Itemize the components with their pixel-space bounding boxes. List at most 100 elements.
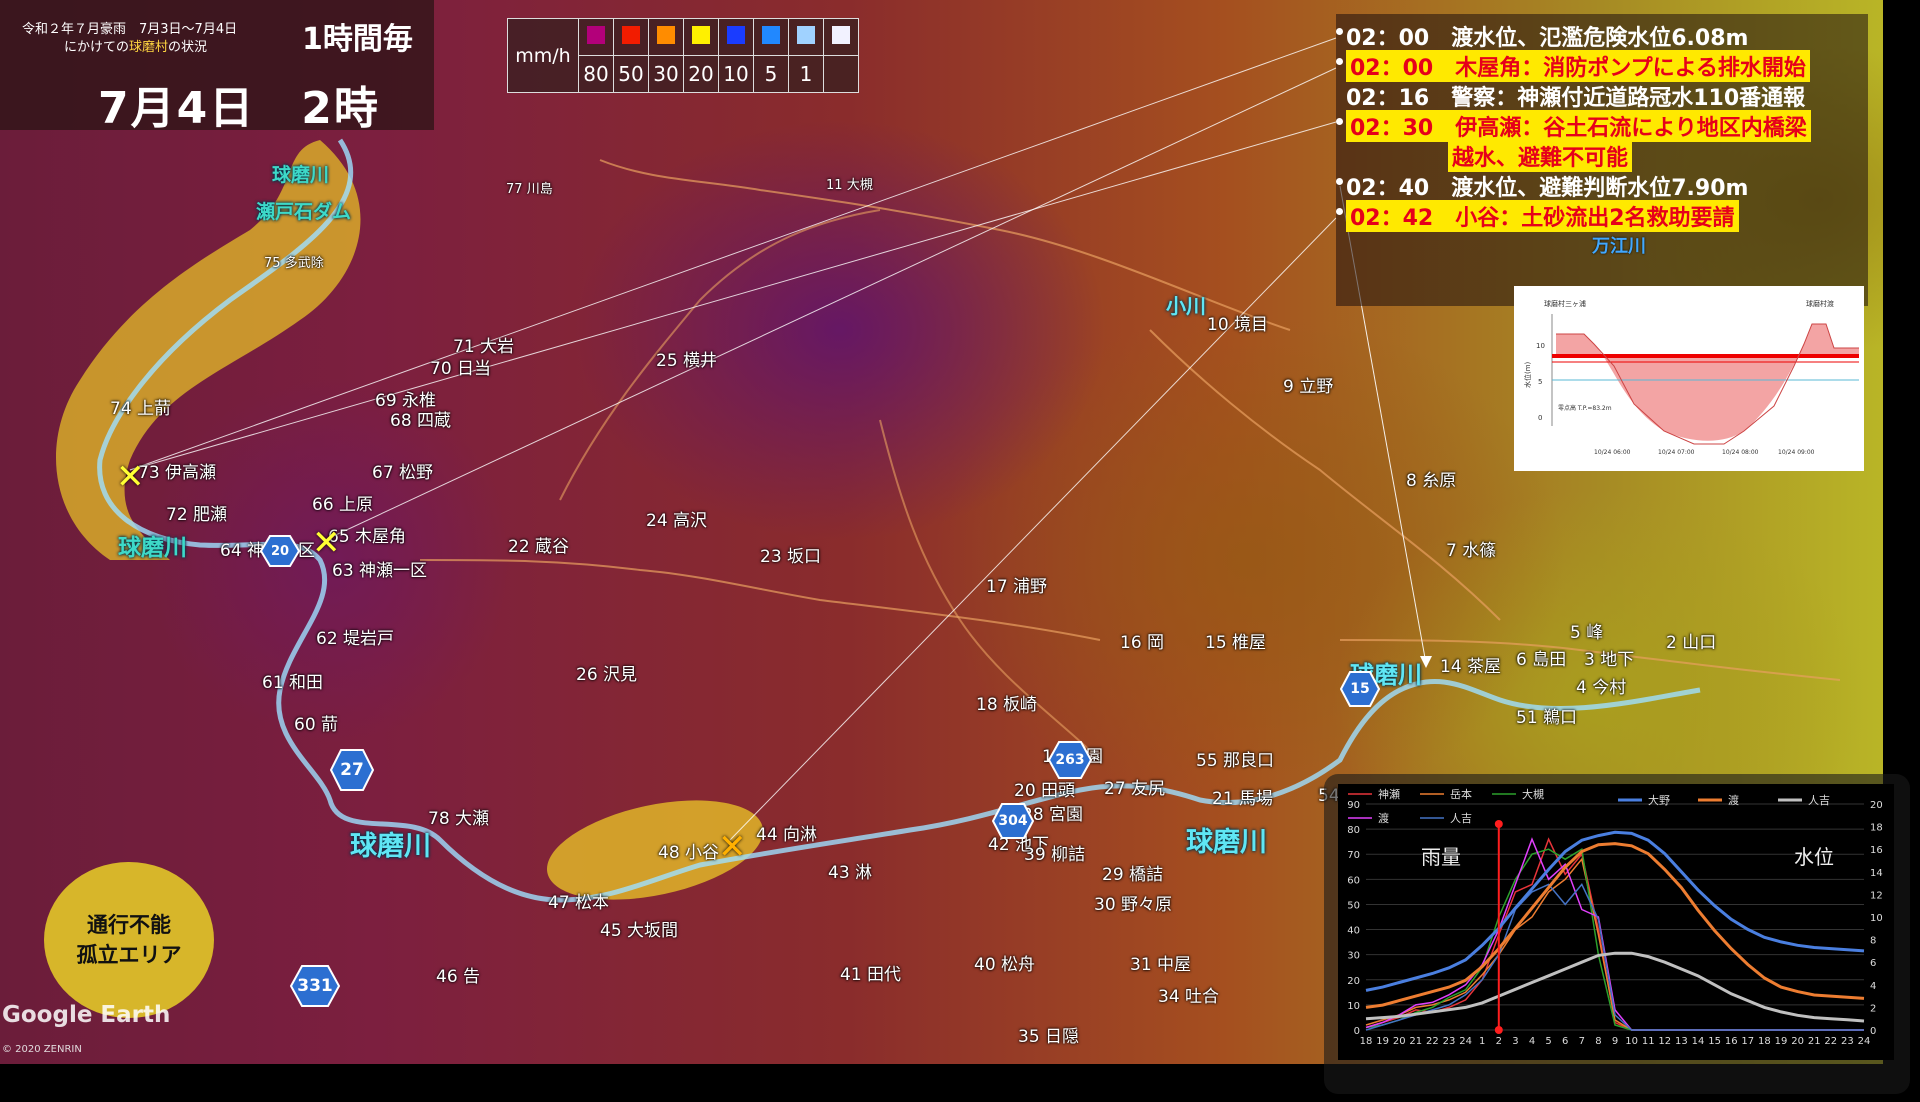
river-label-kuma: 球磨川 — [118, 535, 187, 561]
place-label: 23 坂口 — [760, 547, 822, 567]
blocked-x-icon: ✕ — [718, 827, 747, 867]
chart-xtick: 23 — [1841, 1036, 1854, 1047]
place-label: 51 鵜口 — [1516, 708, 1578, 728]
event-item-cont: 越水、避難不可能 — [1448, 140, 1633, 172]
chart-xtick: 17 — [1741, 1036, 1754, 1047]
place-label: 78 大瀬 — [428, 809, 490, 829]
place-label: 47 松本 — [548, 893, 610, 913]
river-label-kuma: 球磨川 — [272, 164, 330, 186]
place-label: 26 沢見 — [576, 665, 638, 685]
chart-ytick-right: 4 — [1870, 981, 1876, 992]
event-item: 02：30 伊高瀬：谷土石流により地区内橋梁 — [1336, 110, 1811, 142]
water-level-graph: 球磨村三ヶ浦 球磨村渡 10 5 0 水位(m) 零点高 T.P.=83.2m … — [1514, 286, 1864, 471]
hydro-ylabel: 水位(m) — [1523, 361, 1532, 388]
place-label: 31 中屋 — [1130, 955, 1192, 975]
place-label: 73 伊高瀬 — [138, 463, 217, 483]
blocked-x-icon: ✕ — [312, 523, 341, 563]
copyright: © 2020 ZENRIN — [2, 1044, 82, 1055]
legend-color — [797, 26, 815, 44]
route-shield: 331 — [290, 964, 340, 1008]
legend-swatch — [578, 18, 614, 56]
chart-xtick: 7 — [1579, 1036, 1585, 1047]
hydro-xtick: 10/24 08:00 — [1722, 449, 1759, 456]
dam-label-setoishi: 瀬戸石ダム — [256, 201, 352, 223]
route-shield: 15 — [1340, 670, 1380, 708]
event-item: 02：00 木屋角：消防ポンプによる排水開始 — [1336, 50, 1810, 82]
bullet-icon — [1336, 58, 1343, 65]
legend-color — [692, 26, 710, 44]
road-line — [559, 209, 881, 501]
chart-xtick: 24 — [1858, 1036, 1871, 1047]
chart-legend-label: 大槻 — [1522, 787, 1544, 801]
legend-swatch — [648, 18, 684, 56]
title-subtitle-2: にかけての球磨村の状況 — [64, 40, 208, 55]
route-shield: 263 — [1048, 740, 1092, 780]
interval-label: 1時間毎 — [302, 22, 413, 57]
place-label: 70 日当 — [430, 359, 492, 379]
hydro-note: 零点高 T.P.=83.2m — [1558, 404, 1612, 412]
legend-color — [622, 26, 640, 44]
place-label: 62 堤岩戸 — [316, 629, 395, 649]
title-subtitle: 令和２年７月豪雨 7月3日〜7月4日 — [22, 22, 238, 37]
legend-value: 5 — [753, 55, 789, 93]
legend-unit: mm/h — [507, 18, 579, 93]
route-shield: 20 — [260, 534, 300, 568]
place-label: 66 上原 — [312, 495, 374, 515]
route-shield: 304 — [992, 802, 1034, 840]
place-label: 35 日隠 — [1018, 1027, 1080, 1047]
legend-swatch — [823, 18, 859, 56]
title-panel: 令和２年７月豪雨 7月3日〜7月4日 にかけての球磨村の状況 1時間毎 7月4日… — [0, 0, 434, 134]
chart-xtick: 21 — [1409, 1036, 1422, 1047]
place-label: 48 小谷 — [658, 843, 720, 863]
rain-legend: mm/h 80 50 30 20 10 5 1 — [507, 18, 859, 93]
chart-ytick-left: 10 — [1347, 1001, 1360, 1012]
legend-color — [762, 26, 780, 44]
place-label: 77 川島 — [506, 182, 553, 197]
legend-value: 80 — [578, 55, 614, 93]
chart-xtick: 4 — [1529, 1036, 1535, 1047]
chart-ytick-right: 20 — [1870, 800, 1883, 811]
chart-marker-dot — [1494, 820, 1503, 828]
chart-svg: 01020304050607080900246810121416182018 19… — [1347, 787, 1883, 1047]
place-label: 44 向淋 — [756, 825, 818, 845]
chart-xtick: 22 — [1824, 1036, 1837, 1047]
chart-ytick-right: 14 — [1870, 868, 1883, 879]
chart-marker-dot — [1494, 1026, 1503, 1034]
place-label: 18 板崎 — [976, 695, 1038, 715]
place-label: 34 吐合 — [1158, 987, 1220, 1007]
place-label: 45 大坂間 — [600, 921, 679, 941]
place-label: 10 境目 — [1207, 315, 1269, 335]
place-label: 67 松野 — [372, 463, 434, 483]
chart-ytick-right: 18 — [1870, 823, 1883, 834]
chart-ytick-right: 12 — [1870, 890, 1883, 901]
legend-value — [823, 55, 859, 93]
hydro-ytick: 10 — [1536, 342, 1545, 350]
chart-xtick: 13 — [1675, 1036, 1688, 1047]
legend-swatch — [613, 18, 649, 56]
place-label: 74 上葥 — [110, 399, 172, 419]
chart-legend-label: 大野 — [1648, 793, 1670, 807]
place-label: 24 高沢 — [646, 511, 708, 531]
place-label: 55 那良口 — [1196, 751, 1275, 771]
chart-xtick: 14 — [1692, 1036, 1705, 1047]
place-label: 40 松舟 — [974, 955, 1036, 975]
chart-series-line — [1365, 847, 1864, 1031]
chart-xtick: 18 — [1360, 1036, 1373, 1047]
chart-xtick: 5 — [1545, 1036, 1551, 1047]
place-label: 14 茶屋 — [1440, 657, 1502, 677]
legend-color — [657, 26, 675, 44]
chart-xtick: 6 — [1562, 1036, 1568, 1047]
iso-line2: 孤立エリア — [76, 943, 182, 967]
chart-ytick-right: 6 — [1870, 958, 1876, 969]
place-label: 68 四蔵 — [390, 411, 452, 431]
place-label: 17 浦野 — [986, 577, 1048, 597]
chart-legend-label: 岳本 — [1450, 787, 1472, 801]
place-label: 9 立野 — [1283, 377, 1334, 397]
chart-ytick-left: 90 — [1347, 800, 1360, 811]
place-label: 15 椎屋 — [1205, 633, 1267, 653]
place-label: 61 和田 — [262, 673, 324, 693]
chart-ytick-left: 80 — [1347, 825, 1360, 836]
place-label: 63 神瀬一区 — [332, 561, 428, 581]
legend-value: 50 — [613, 55, 649, 93]
route-shield: 27 — [330, 748, 374, 792]
